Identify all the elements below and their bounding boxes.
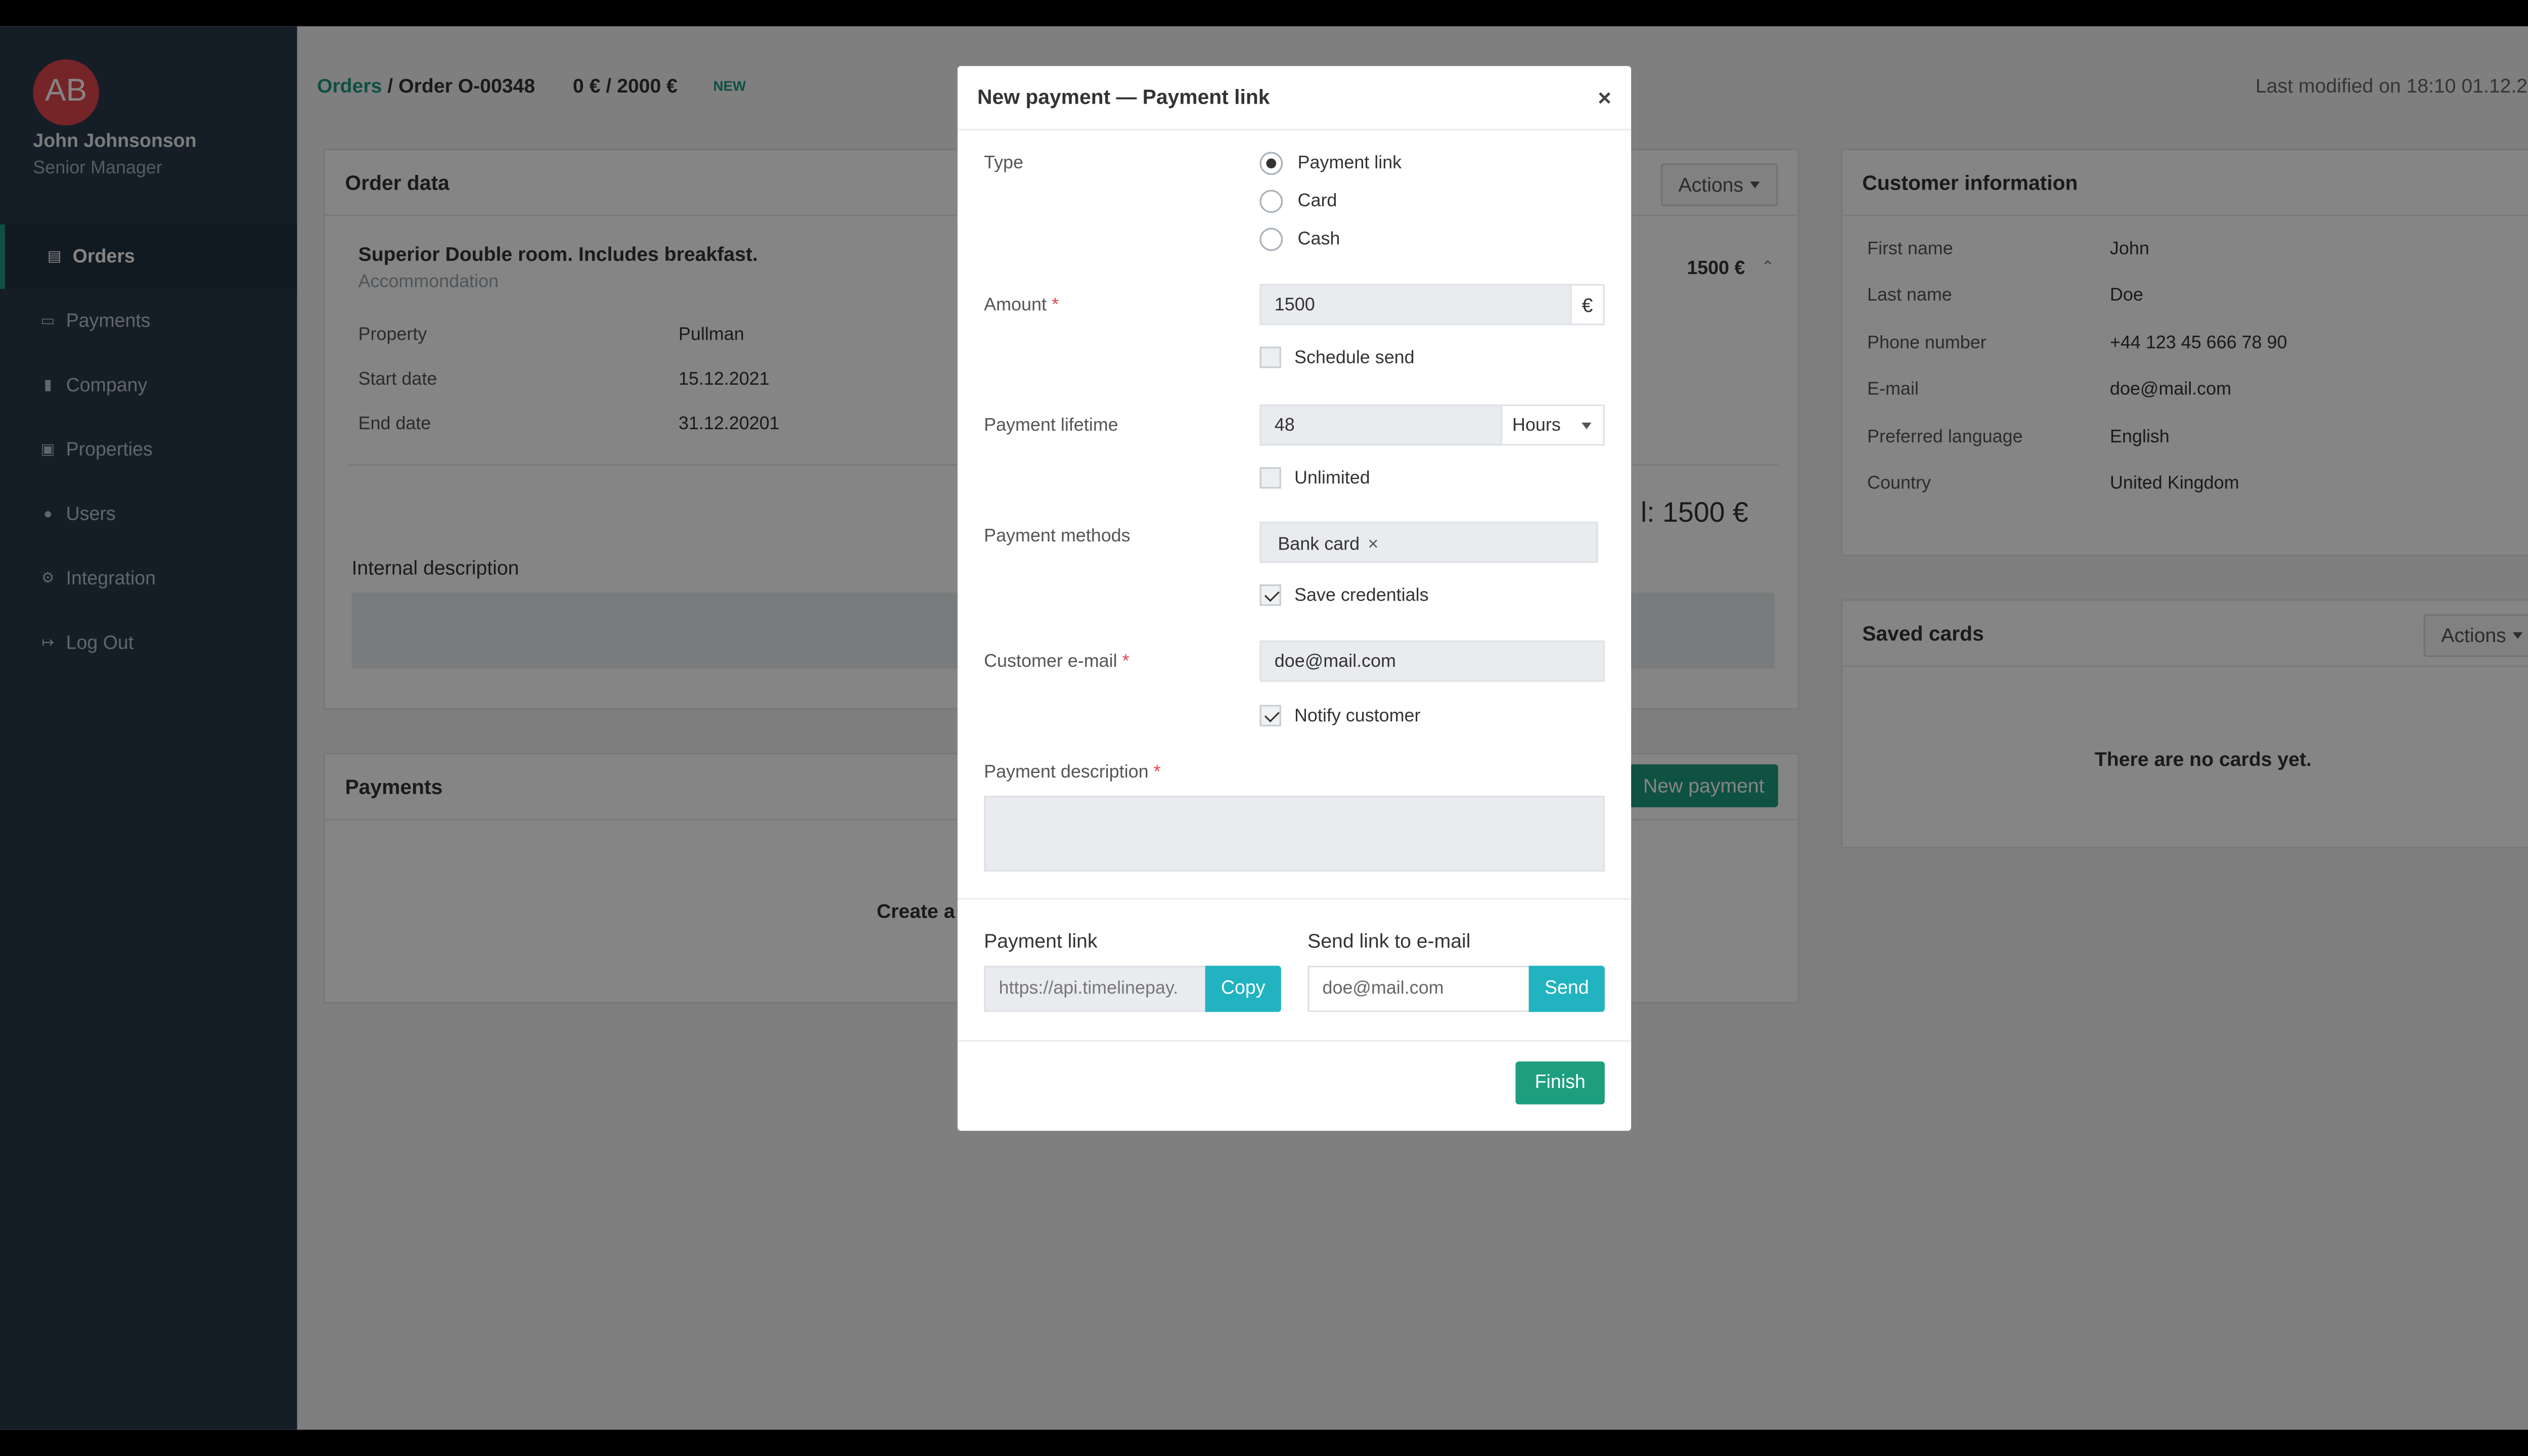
payment-lifetime-label: Payment lifetime (984, 416, 1118, 436)
payment-methods-label: Payment methods (984, 526, 1131, 547)
send-button[interactable]: Send (1528, 966, 1605, 1012)
radio-checked-icon (1259, 152, 1283, 175)
type-radio-card[interactable]: Card (1259, 190, 1337, 213)
method-tag: Bank card × (1271, 531, 1378, 558)
radio-unchecked-icon (1259, 228, 1283, 251)
payment-lifetime-input[interactable]: 48 (1259, 404, 1503, 446)
payment-link-field[interactable]: https://api.timelinepay. (984, 966, 1207, 1012)
checkbox-unchecked-icon (1259, 467, 1281, 489)
remove-tag-icon[interactable]: × (1368, 535, 1378, 555)
unlimited-checkbox[interactable]: Unlimited (1259, 467, 1370, 489)
customer-email-label-text: Customer e-mail (984, 652, 1117, 672)
required-mark: * (1153, 762, 1161, 783)
amount-input[interactable]: 1500 (1259, 284, 1572, 326)
payment-link-title: Payment link (984, 929, 1098, 953)
checkbox-label: Unlimited (1294, 468, 1370, 488)
close-icon[interactable]: × (1598, 84, 1611, 111)
payment-description-label: Payment description * (984, 763, 1160, 783)
type-radio-payment-link[interactable]: Payment link (1259, 152, 1402, 175)
method-tag-label: Bank card (1278, 534, 1360, 555)
new-payment-modal: New payment — Payment link × Type Paymen… (957, 66, 1632, 1131)
radio-label: Payment link (1297, 153, 1402, 173)
checkbox-unchecked-icon (1259, 346, 1281, 369)
divider (957, 1040, 1632, 1042)
checkbox-checked-icon (1259, 705, 1281, 726)
radio-unchecked-icon (1259, 190, 1283, 213)
type-radio-cash[interactable]: Cash (1259, 228, 1340, 251)
amount-label: Amount * (984, 295, 1059, 315)
notify-customer-checkbox[interactable]: Notify customer (1259, 705, 1421, 726)
currency-addon: € (1570, 284, 1605, 326)
payment-methods-input[interactable]: Bank card × (1259, 521, 1598, 563)
lifetime-unit-select[interactable]: Hours (1501, 404, 1605, 446)
checkbox-checked-icon (1259, 584, 1281, 606)
customer-email-label: Customer e-mail * (984, 652, 1129, 672)
send-email-input[interactable]: doe@mail.com (1307, 966, 1530, 1012)
payment-description-textarea[interactable] (984, 795, 1605, 872)
lifetime-unit-value: Hours (1512, 415, 1561, 435)
chevron-down-icon (1582, 422, 1592, 429)
radio-label: Card (1297, 191, 1337, 211)
send-link-title: Send link to e-mail (1307, 929, 1471, 953)
checkbox-label: Notify customer (1294, 705, 1421, 726)
divider (957, 898, 1632, 900)
finish-button[interactable]: Finish (1515, 1061, 1605, 1105)
amount-label-text: Amount (984, 295, 1047, 315)
type-label: Type (984, 153, 1024, 173)
payment-description-label-text: Payment description (984, 762, 1149, 783)
customer-email-input[interactable]: doe@mail.com (1259, 640, 1605, 682)
save-credentials-checkbox[interactable]: Save credentials (1259, 584, 1429, 606)
app-window: AB John Johnsonson Senior Manager ▤ Orde… (0, 26, 2528, 1430)
schedule-send-checkbox[interactable]: Schedule send (1259, 346, 1415, 369)
required-mark: * (1051, 295, 1059, 315)
checkbox-label: Schedule send (1294, 347, 1415, 368)
required-mark: * (1122, 652, 1130, 672)
modal-title: New payment — Payment link (957, 66, 1632, 130)
radio-label: Cash (1297, 229, 1340, 250)
copy-button[interactable]: Copy (1205, 966, 1281, 1012)
checkbox-label: Save credentials (1294, 585, 1429, 605)
